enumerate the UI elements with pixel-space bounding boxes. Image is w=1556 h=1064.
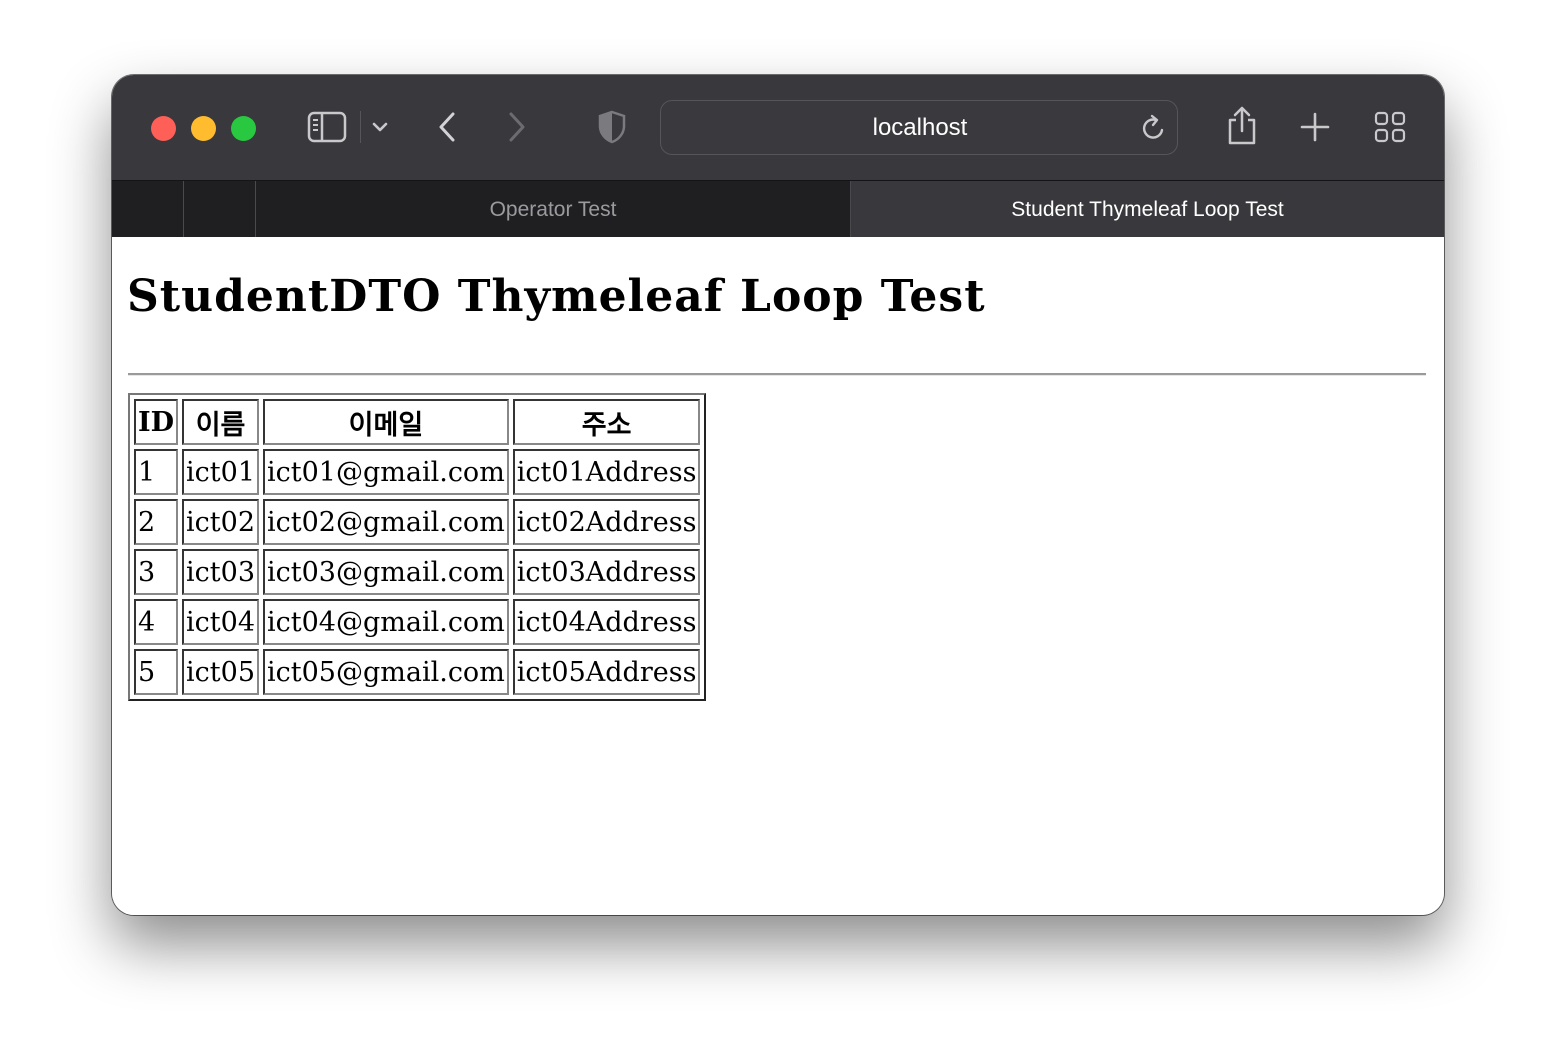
cell-id: 5: [134, 649, 179, 695]
minimize-window-button[interactable]: [191, 116, 216, 141]
cell-address: ict02Address: [512, 499, 701, 545]
page-content: StudentDTO Thymeleaf Loop Test ID 이름 이메일…: [112, 237, 1444, 915]
cell-email: ict01@gmail.com: [263, 449, 509, 495]
cell-name: ict01: [182, 449, 260, 495]
cell-name: ict02: [182, 499, 260, 545]
share-icon[interactable]: [1224, 105, 1260, 147]
close-window-button[interactable]: [151, 116, 176, 141]
chevron-left-icon[interactable]: [434, 109, 460, 145]
maximize-window-button[interactable]: [231, 116, 256, 141]
browser-toolbar: localhost: [112, 75, 1444, 180]
chevron-down-icon[interactable]: [369, 115, 391, 139]
cell-id: 1: [134, 449, 179, 495]
toolbar-divider: [360, 111, 361, 143]
table-row: 2 ict02 ict02@gmail.com ict02Address: [134, 499, 701, 545]
cell-address: ict01Address: [512, 449, 701, 495]
sidebar-icon[interactable]: [305, 109, 349, 145]
cell-email: ict03@gmail.com: [263, 549, 509, 595]
table-header-row: ID 이름 이메일 주소: [134, 399, 701, 445]
url-text: localhost: [872, 114, 968, 141]
browser-window: localhost Operator Test Student Thymelea…: [112, 75, 1444, 915]
reload-icon[interactable]: [1139, 113, 1169, 143]
pinned-tab[interactable]: [112, 181, 184, 238]
cell-id: 3: [134, 549, 179, 595]
address-bar[interactable]: localhost: [660, 100, 1178, 155]
student-table: ID 이름 이메일 주소 1 ict01 ict01@gmail.com ict…: [128, 393, 707, 701]
header-id: ID: [134, 399, 179, 445]
cell-name: ict03: [182, 549, 260, 595]
header-name: 이름: [182, 399, 260, 445]
cell-name: ict04: [182, 599, 260, 645]
table-row: 5 ict05 ict05@gmail.com ict05Address: [134, 649, 701, 695]
cell-id: 2: [134, 499, 179, 545]
table-row: 3 ict03 ict03@gmail.com ict03Address: [134, 549, 701, 595]
grid-icon[interactable]: [1373, 110, 1407, 144]
cell-name: ict05: [182, 649, 260, 695]
horizontal-rule: [128, 373, 1426, 376]
tab-bar: Operator Test Student Thymeleaf Loop Tes…: [112, 180, 1444, 238]
cell-email: ict05@gmail.com: [263, 649, 509, 695]
header-email: 이메일: [263, 399, 509, 445]
cell-address: ict03Address: [512, 549, 701, 595]
cell-address: ict05Address: [512, 649, 701, 695]
tab-student-thymeleaf-loop-test[interactable]: Student Thymeleaf Loop Test: [851, 181, 1444, 238]
cell-address: ict04Address: [512, 599, 701, 645]
plus-icon[interactable]: [1299, 111, 1331, 143]
cell-id: 4: [134, 599, 179, 645]
shield-icon[interactable]: [596, 109, 628, 145]
chevron-right-icon[interactable]: [504, 109, 530, 145]
cell-email: ict02@gmail.com: [263, 499, 509, 545]
table-row: 1 ict01 ict01@gmail.com ict01Address: [134, 449, 701, 495]
cell-email: ict04@gmail.com: [263, 599, 509, 645]
tab-operator-test[interactable]: Operator Test: [256, 181, 851, 238]
pinned-tab[interactable]: [184, 181, 256, 238]
header-address: 주소: [512, 399, 701, 445]
table-row: 4 ict04 ict04@gmail.com ict04Address: [134, 599, 701, 645]
page-title: StudentDTO Thymeleaf Loop Test: [127, 271, 986, 322]
